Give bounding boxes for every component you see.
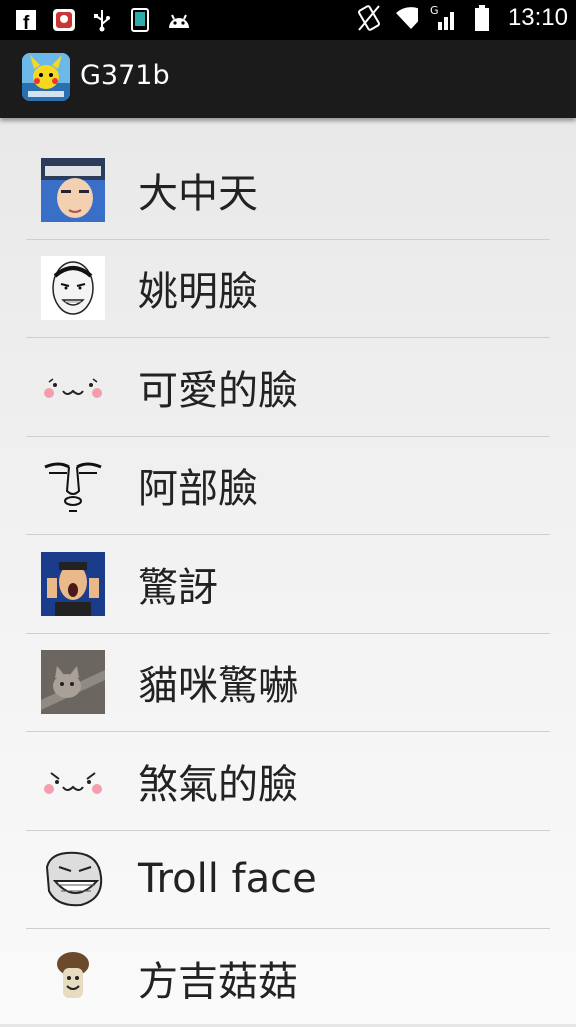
list-item[interactable]: 阿部臉	[26, 437, 550, 535]
phone-icon	[128, 8, 152, 32]
list-item[interactable]: 姚明臉	[26, 240, 550, 338]
list-item[interactable]: 驚訝	[26, 535, 550, 634]
app-logo-icon[interactable]	[22, 53, 70, 101]
android-icon	[166, 8, 190, 32]
mushroom-thumb	[41, 946, 105, 1010]
troll-face-thumb	[41, 847, 105, 911]
list-item-label: 可愛的臉	[138, 367, 298, 414]
signal-icon: G	[429, 4, 456, 30]
list-item-label: 阿部臉	[138, 466, 258, 513]
list-item-label: 貓咪驚嚇	[138, 663, 298, 710]
status-bar-notifications: f	[14, 8, 190, 32]
list-item[interactable]: 貓咪驚嚇	[26, 634, 550, 732]
svg-text:f: f	[23, 13, 30, 31]
usb-icon	[90, 8, 114, 32]
clock: 13:10	[507, 4, 568, 31]
network-type: G	[429, 4, 439, 17]
cute-face-thumb	[41, 355, 105, 419]
notification-app-icon	[52, 8, 76, 32]
list-item[interactable]: 煞氣的臉	[26, 732, 550, 831]
anime-character-thumb	[41, 157, 105, 222]
rotation-icon	[356, 5, 380, 31]
list-item-label: Troll face	[138, 856, 317, 903]
list-item-label: 大中天	[138, 170, 258, 217]
list-item[interactable]: 可愛的臉	[26, 338, 550, 437]
abe-face-thumb	[41, 453, 105, 517]
scared-cat-thumb	[41, 650, 105, 715]
fierce-face-thumb	[41, 749, 105, 813]
surprised-man-thumb	[41, 551, 105, 616]
action-bar: G371b	[0, 40, 576, 118]
list-item[interactable]: 方吉菇菇	[26, 929, 550, 1027]
app-title: G371b	[80, 60, 170, 91]
wifi-icon	[394, 6, 418, 30]
status-bar: f G 13:10	[0, 0, 576, 40]
list-item-label: 方吉菇菇	[138, 958, 298, 1005]
list-item-label: 驚訝	[138, 564, 218, 611]
facebook-icon: f	[14, 8, 38, 32]
status-bar-system: G 13:10	[356, 4, 568, 32]
battery-icon	[470, 5, 494, 31]
yao-ming-face-thumb	[41, 256, 105, 321]
emoji-list: 大中天 姚明臉 可愛的臉 阿部臉 驚訝 貓咪驚嚇 煞氣的臉 Troll face…	[26, 141, 550, 1027]
list-item[interactable]: Troll face	[26, 831, 550, 929]
list-item[interactable]: 大中天	[26, 141, 550, 240]
list-item-label: 煞氣的臉	[138, 761, 298, 808]
list-item-label: 姚明臉	[138, 269, 258, 316]
